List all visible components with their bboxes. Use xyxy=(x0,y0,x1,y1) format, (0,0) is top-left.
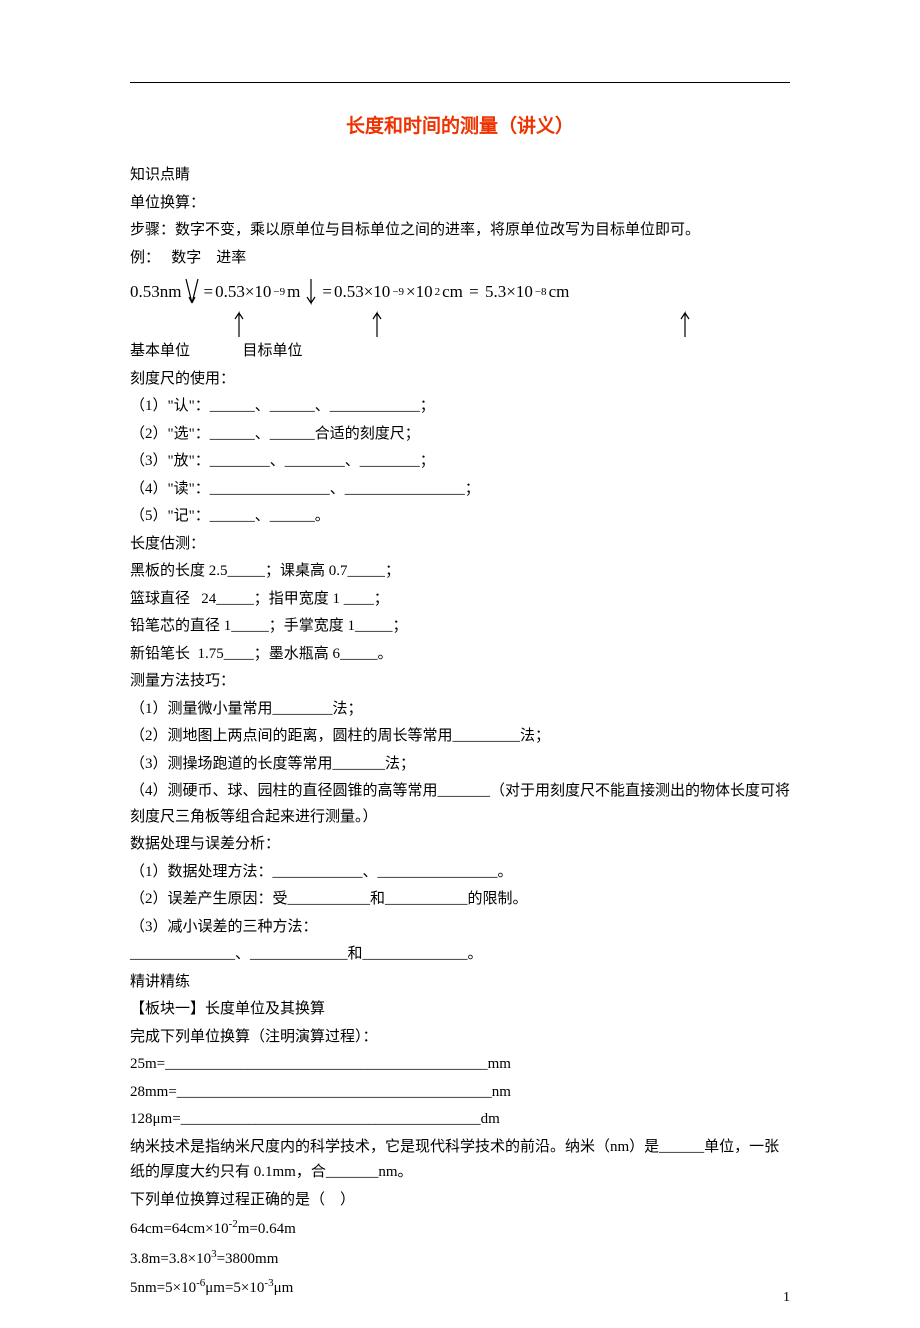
conv-l2: 28mm=___________________________________… xyxy=(130,1080,790,1106)
ruler-l3: （3）"放"：________、________、________； xyxy=(130,449,790,475)
ruler-l5: （5）"记"：______、______。 xyxy=(130,504,790,530)
error-l3: （3）减小误差的三种方法： xyxy=(130,915,790,941)
method-l3: （3）测操场跑道的长度等常用_______法； xyxy=(130,752,790,778)
equation-row: 0.53nm = 0.53×10−9 m = 0.53×10−9 ×102 cm… xyxy=(130,277,790,307)
eq-part-b: 0.53×10 xyxy=(215,278,271,307)
conv-p1: 完成下列单位换算（注明演算过程）： xyxy=(130,1025,790,1051)
unit-conv-steps: 步骤：数字不变，乘以原单位与目标单位之间的进率，将原单位改写为目标单位即可。 xyxy=(130,218,790,244)
error-header: 数据处理与误差分析： xyxy=(130,832,790,858)
practice-header: 精讲精练 xyxy=(130,970,790,996)
unit-labels-row: 基本单位 目标单位 xyxy=(130,339,790,365)
est-l1: 黑板的长度 2.5_____；课桌高 0.7_____； xyxy=(130,559,790,585)
est-l3: 铅笔芯的直径 1_____；手掌宽度 1_____； xyxy=(130,614,790,640)
mc-opt-b: 3.8m=3.8×103=3800mm xyxy=(130,1245,790,1273)
error-l4: ______________、_____________和___________… xyxy=(130,942,790,968)
arrow-down-icon xyxy=(302,277,320,307)
nano-p: 纳米技术是指纳米尺度内的科学技术，它是现代科学技术的前沿。纳米（nm）是____… xyxy=(130,1135,790,1186)
mc-opt-a: 64cm=64cm×10-2m=0.64m xyxy=(130,1215,790,1243)
length-est-header: 长度估测： xyxy=(130,532,790,558)
est-l2: 篮球直径 24_____；指甲宽度 1 ____； xyxy=(130,587,790,613)
arrow-up-icon xyxy=(230,309,248,339)
conv-l3: 128μm=__________________________________… xyxy=(130,1107,790,1133)
conv-l1: 25m=____________________________________… xyxy=(130,1052,790,1078)
arrow-up-icon xyxy=(368,309,386,339)
ruler-l1: （1）"认"：______、______、____________； xyxy=(130,394,790,420)
method-header: 测量方法技巧： xyxy=(130,669,790,695)
eq-part-d: 5.3×10 xyxy=(485,278,533,307)
unit-conv-label: 单位换算： xyxy=(130,191,790,217)
method-l1: （1）测量微小量常用________法； xyxy=(130,697,790,723)
eq-part-c: 0.53×10 xyxy=(334,278,390,307)
doc-title: 长度和时间的测量（讲义） xyxy=(130,111,790,143)
error-l1: （1）数据处理方法：____________、________________。 xyxy=(130,860,790,886)
block1-title: 【板块一】长度单位及其换算 xyxy=(130,997,790,1023)
ruler-l2: （2）"选"：______、______合适的刻度尺； xyxy=(130,422,790,448)
mc-opt-c: 5nm=5×10-6μm=5×10-3μm xyxy=(130,1274,790,1302)
eq-part-a: 0.53nm xyxy=(130,278,181,307)
est-l4: 新铅笔长 1.75____；墨水瓶高 6_____。 xyxy=(130,642,790,668)
ruler-use-header: 刻度尺的使用： xyxy=(130,367,790,393)
error-l2: （2）误差产生原因：受___________和___________的限制。 xyxy=(130,887,790,913)
mc-stem: 下列单位换算过程正确的是（ ） xyxy=(130,1188,790,1214)
example-labels: 例： 数字 进率 xyxy=(130,246,790,272)
arrow-up-icon xyxy=(676,309,694,339)
page-number: 1 xyxy=(783,1286,790,1310)
section-knowledge-header: 知识点睛 xyxy=(130,163,790,189)
ruler-l4: （4）"读"：________________、________________… xyxy=(130,477,790,503)
arrow-down-icon xyxy=(183,277,201,307)
up-arrow-row xyxy=(130,309,790,339)
method-l4: （4）测硬币、球、园柱的直径圆锥的高等常用_______（对于用刻度尺不能直接测… xyxy=(130,779,790,830)
method-l2: （2）测地图上两点间的距离，圆柱的周长等常用_________法； xyxy=(130,724,790,750)
